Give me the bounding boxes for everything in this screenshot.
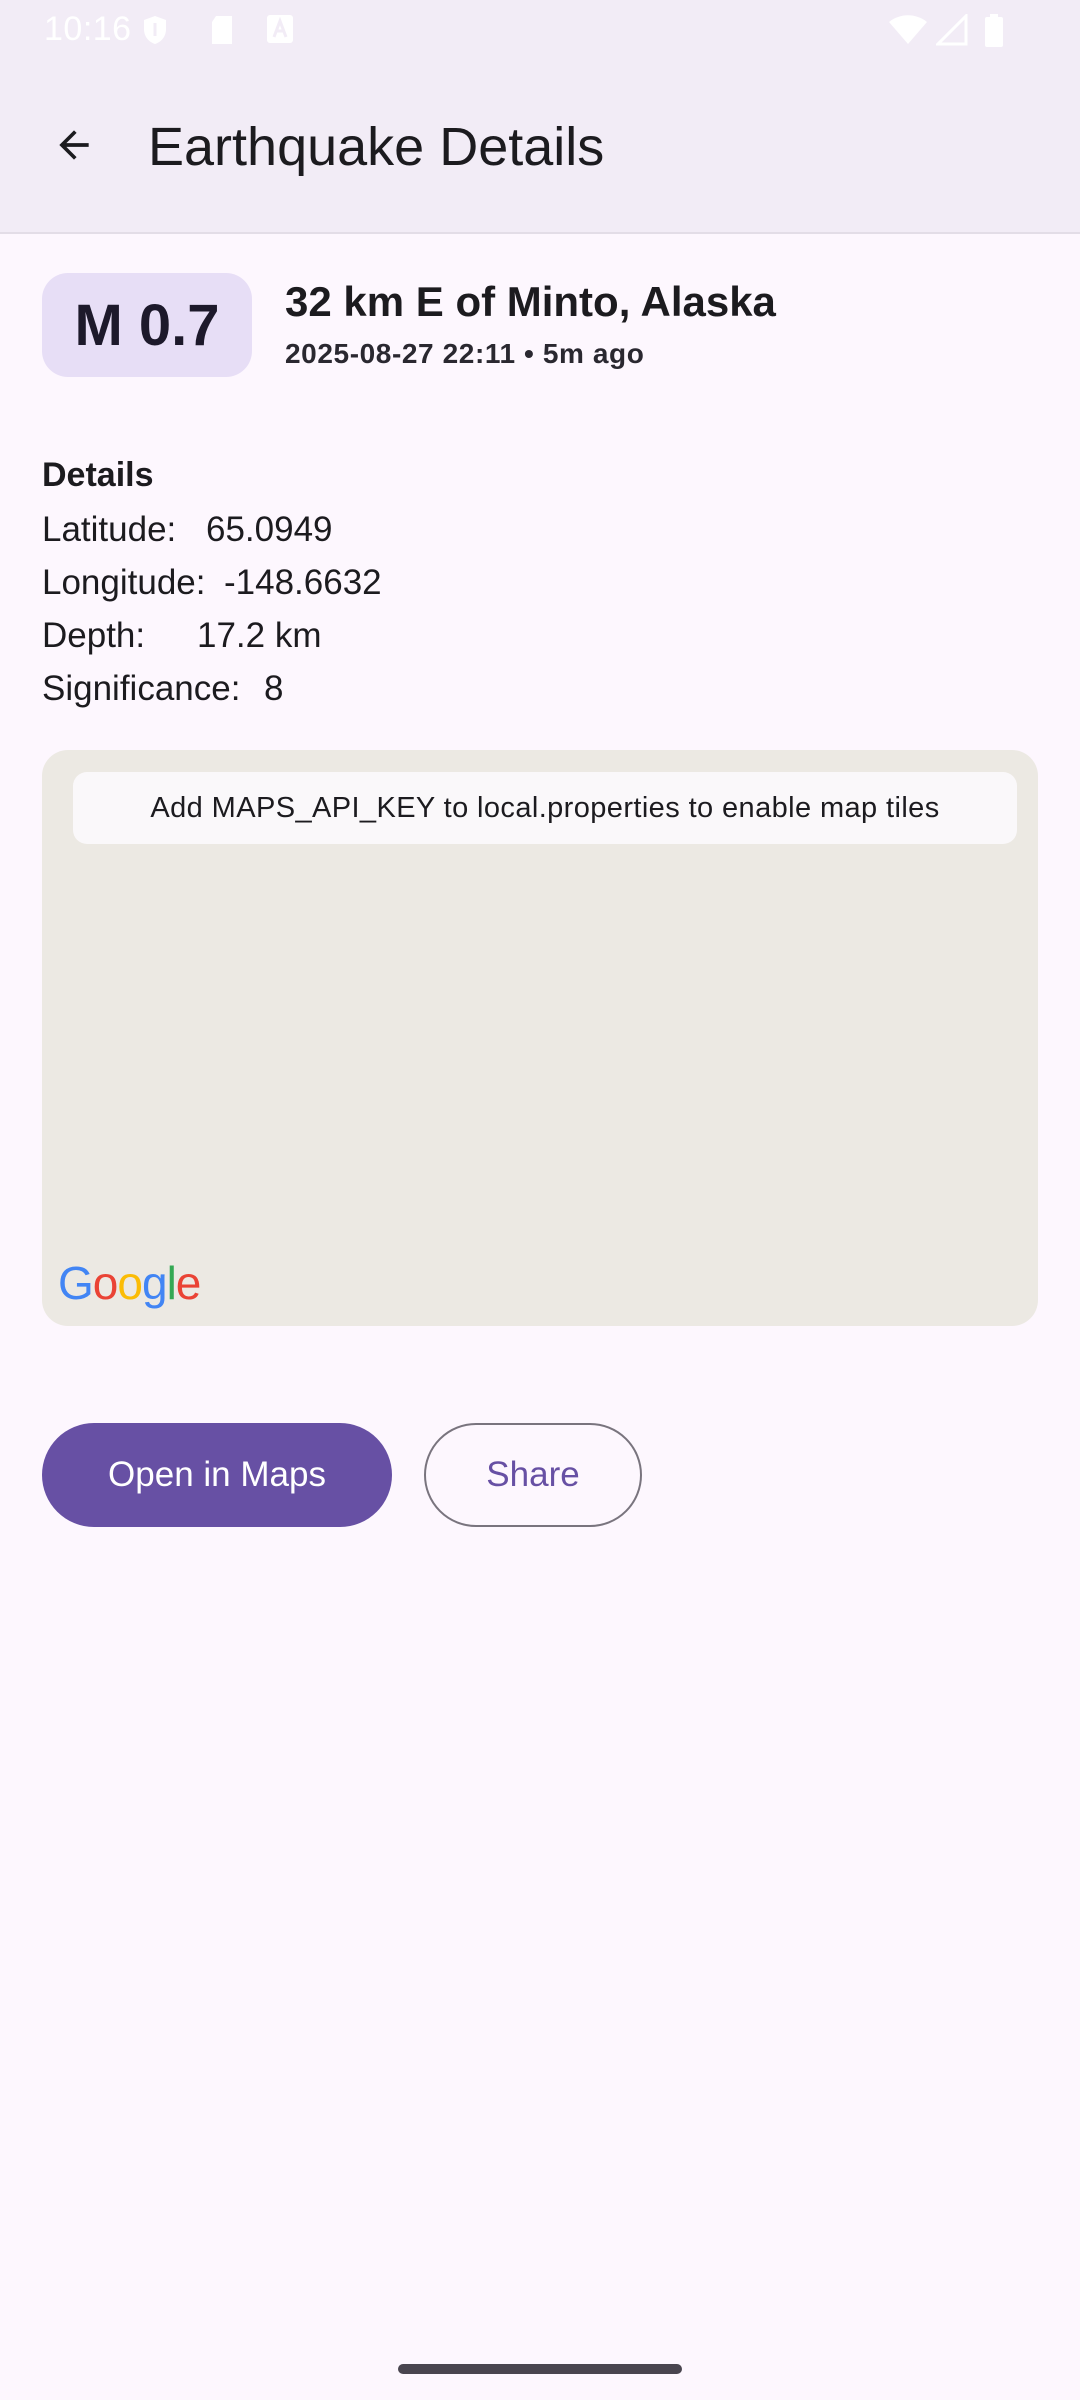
- magnitude-badge: M 0.7: [42, 273, 252, 377]
- sd-card-icon: [208, 14, 236, 51]
- detail-value: 65.0949: [206, 510, 333, 549]
- detail-value: -148.6632: [224, 563, 382, 602]
- top-app-bar: Earthquake Details: [0, 62, 1080, 234]
- map-view[interactable]: Add MAPS_API_KEY to local.properties to …: [42, 750, 1038, 1326]
- signal-icon: [934, 12, 968, 51]
- open-in-maps-button[interactable]: Open in Maps: [42, 1423, 392, 1527]
- map-api-key-notice: Add MAPS_API_KEY to local.properties to …: [73, 772, 1017, 844]
- detail-row-depth: Depth: 17.2 km: [42, 616, 322, 656]
- wifi-icon: [888, 14, 928, 51]
- arrow-back-icon: [52, 123, 96, 172]
- share-button[interactable]: Share: [424, 1423, 642, 1527]
- detail-label: Longitude:: [42, 563, 206, 602]
- detail-label: Significance:: [42, 669, 241, 708]
- earthquake-time: 2025-08-27 22:11 • 5m ago: [285, 338, 645, 369]
- page-title: Earthquake Details: [148, 117, 605, 177]
- details-heading: Details: [42, 456, 154, 494]
- detail-row-latitude: Latitude: 65.0949: [42, 510, 333, 550]
- detail-value: 8: [264, 669, 284, 708]
- back-button[interactable]: [28, 112, 120, 182]
- font-a-icon: [266, 14, 294, 49]
- battery-icon: [984, 14, 1004, 53]
- detail-value: 17.2 km: [197, 616, 322, 655]
- google-logo: Google: [58, 1257, 201, 1309]
- detail-label: Latitude:: [42, 510, 177, 549]
- detail-row-significance: Significance: 8: [42, 669, 283, 709]
- status-time: 10:16: [44, 10, 132, 48]
- gesture-nav-handle[interactable]: [398, 2364, 682, 2374]
- detail-label: Depth:: [42, 616, 146, 655]
- shield-icon: [142, 14, 168, 51]
- status-bar: 10:16: [0, 0, 1080, 62]
- detail-row-longitude: Longitude: -148.6632: [42, 563, 382, 603]
- earthquake-place: 32 km E of Minto, Alaska: [285, 278, 776, 325]
